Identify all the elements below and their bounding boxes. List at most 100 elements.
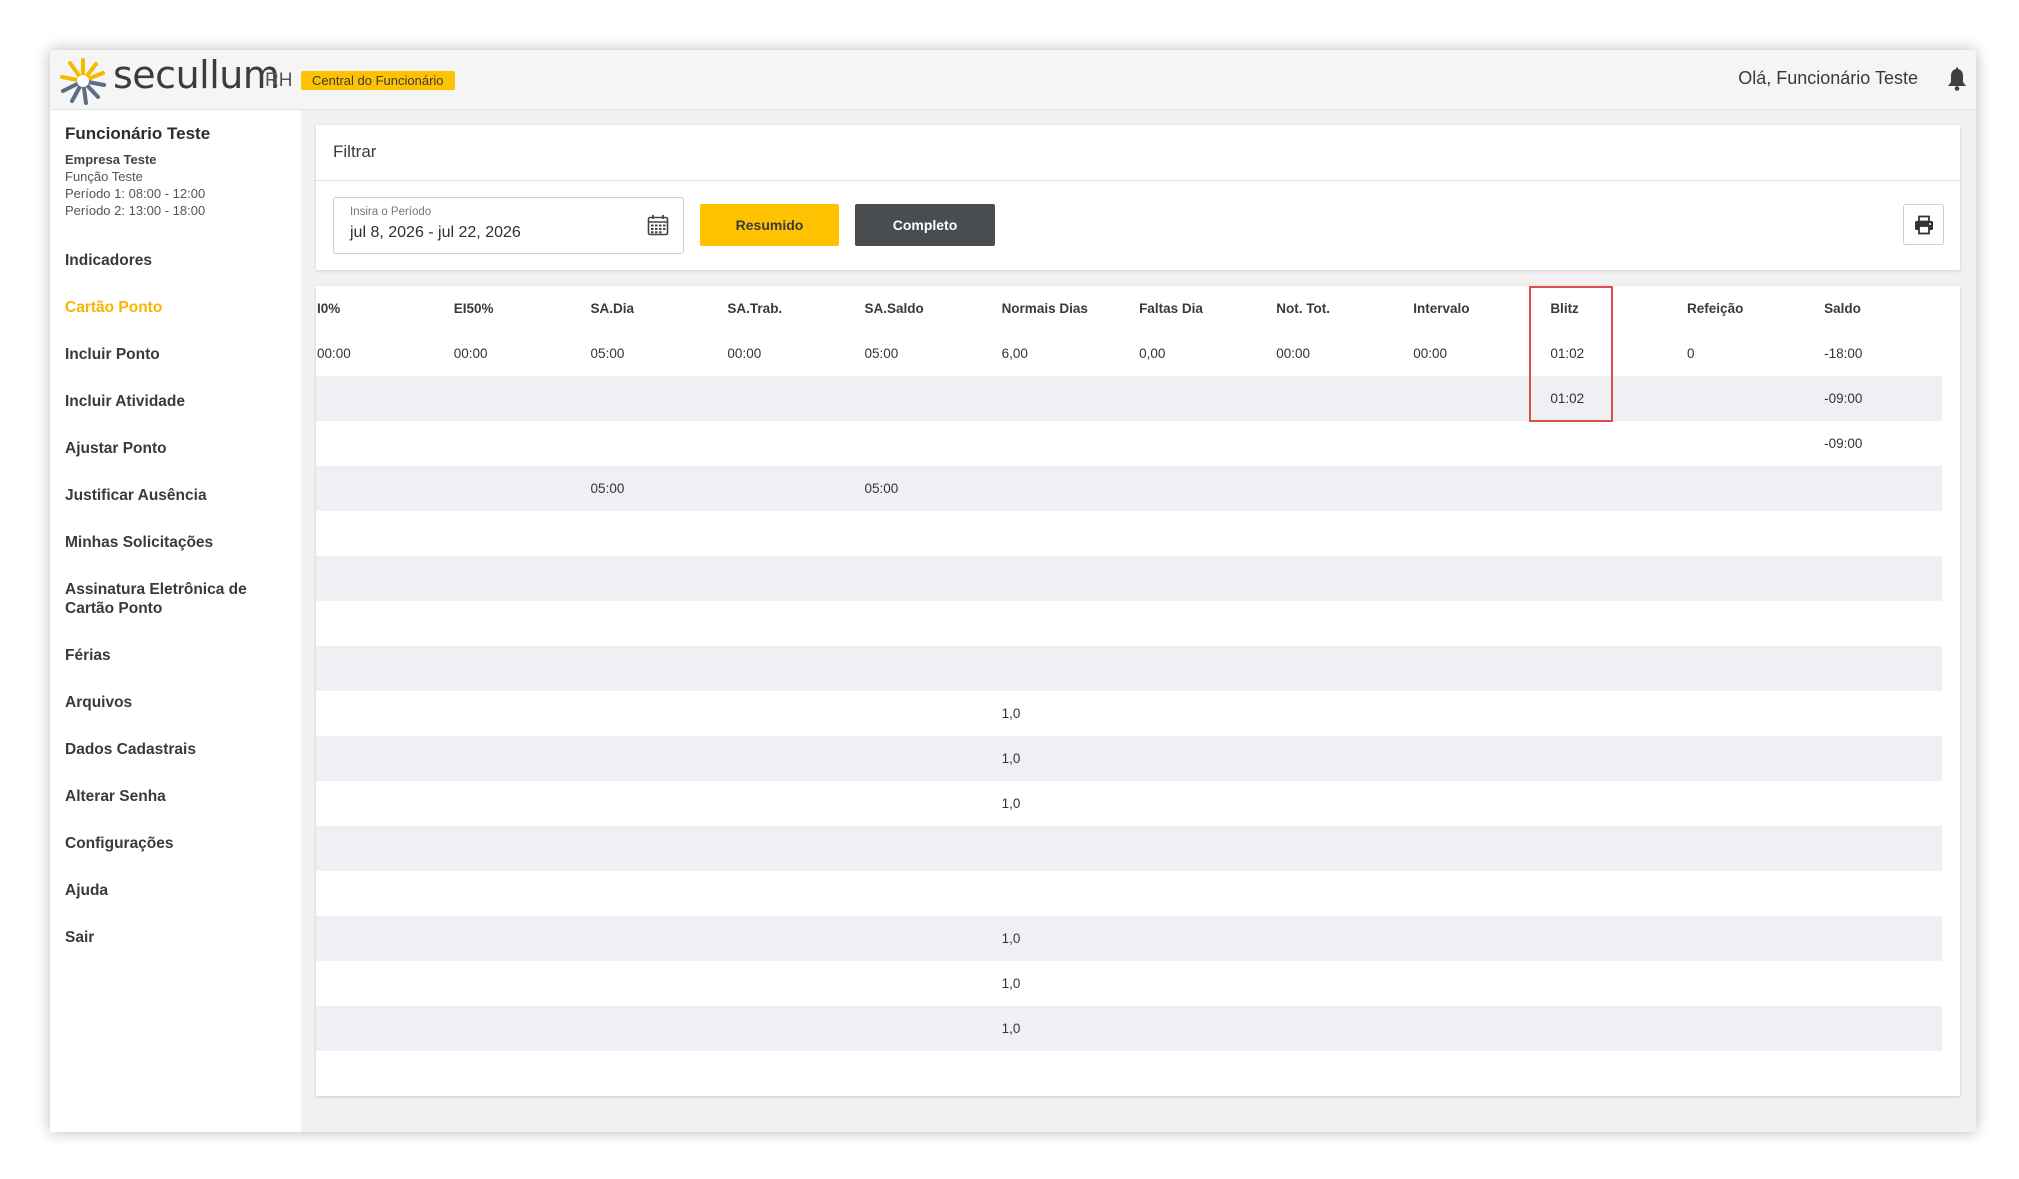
table-cell (982, 556, 1121, 601)
print-button[interactable] (1903, 204, 1944, 245)
table-cell (708, 1006, 846, 1051)
table-cell: -18:00 (1824, 346, 1863, 361)
table-cell (1120, 1006, 1258, 1051)
nav-item-configuracoes[interactable]: Configurações (65, 834, 290, 853)
table-cell (1394, 511, 1531, 556)
table-cell (316, 466, 435, 511)
column-header[interactable]: Refeição (1668, 286, 1805, 331)
table-cell (434, 376, 572, 421)
nav-item-justificar-ausencia[interactable]: Justificar Ausência (65, 486, 290, 505)
table-cell (1257, 646, 1395, 691)
table-cell (845, 826, 983, 871)
column-header[interactable]: EI50% (435, 286, 572, 331)
table-cell: 1,0 (982, 916, 1121, 961)
app-badge: Central do Funcionário (301, 71, 455, 90)
table-cell (1668, 421, 1805, 466)
table-cell: 0 (1687, 346, 1695, 361)
table-cell (845, 601, 982, 646)
table-cell (435, 781, 572, 826)
filter-panel: Filtrar Insira o Período jul 8, 2026 - j… (316, 125, 1960, 270)
column-header[interactable]: Not. Tot. (1257, 286, 1394, 331)
table-cell (983, 871, 1121, 916)
table-cell (1668, 781, 1805, 826)
table-cell (1531, 736, 1669, 781)
table-cell (1257, 1006, 1395, 1051)
nav-item-incluir-atividade[interactable]: Incluir Atividade (65, 392, 290, 411)
table-cell (1394, 556, 1532, 601)
period-input[interactable]: Insira o Período jul 8, 2026 - jul 22, 2… (333, 197, 684, 254)
table-cell (1394, 781, 1531, 826)
table-cell (1531, 691, 1668, 736)
table-cell (434, 1006, 572, 1051)
table-cell (435, 961, 572, 1006)
table-cell (1120, 916, 1258, 961)
nav-item-dados-cadastrais[interactable]: Dados Cadastrais (65, 740, 290, 759)
printer-icon (1915, 215, 1933, 235)
table-cell (1394, 826, 1532, 871)
period-value[interactable]: jul 8, 2026 - jul 22, 2026 (350, 224, 521, 242)
brand-suffix: RH (265, 70, 293, 91)
table-cell (434, 646, 572, 691)
table-cell (572, 781, 709, 826)
table-cell (845, 916, 983, 961)
table-cell (1531, 871, 1668, 916)
table-cell: 05:00 (571, 466, 709, 511)
column-header[interactable]: Intervalo (1394, 286, 1531, 331)
brand-name: secullum (113, 53, 280, 97)
nav-item-assinatura-eletronica[interactable]: Assinatura Eletrônica de Cartão Ponto (65, 580, 265, 618)
table-cell (1394, 961, 1531, 1006)
table-cell (1531, 466, 1669, 511)
nav-item-cartao-ponto[interactable]: Cartão Ponto (65, 298, 290, 317)
nav-item-ferias[interactable]: Férias (65, 646, 290, 665)
table-cell (572, 961, 709, 1006)
table-row: 05:00 05:00 (316, 466, 1942, 511)
table-cell (571, 736, 709, 781)
nav-item-alterar-senha[interactable]: Alterar Senha (65, 787, 290, 806)
table-cell (435, 511, 572, 556)
table-cell (1257, 466, 1395, 511)
table-row: 1,0 (316, 916, 1942, 961)
column-header[interactable]: I0% (316, 286, 435, 331)
table-cell (1120, 961, 1257, 1006)
nav-item-ajuda[interactable]: Ajuda (65, 881, 290, 900)
user-greeting[interactable]: Olá, Funcionário Teste (1738, 68, 1918, 89)
table-cell (1805, 466, 1942, 511)
table-cell (316, 556, 435, 601)
table-row (316, 871, 1942, 916)
column-header[interactable]: Blitz (1531, 286, 1668, 331)
column-header[interactable]: Faltas Dia (1120, 286, 1257, 331)
table-cell (1531, 916, 1669, 961)
nav-item-indicadores[interactable]: Indicadores (65, 251, 290, 270)
table-cell (845, 376, 983, 421)
column-header[interactable]: Normais Dias (983, 286, 1121, 331)
table-cell (572, 871, 709, 916)
nav-item-arquivos[interactable]: Arquivos (65, 693, 290, 712)
top-bar: secullum RH Central do Funcionário Olá, … (50, 50, 1976, 110)
nav-item-incluir-ponto[interactable]: Incluir Ponto (65, 345, 290, 364)
table-cell (1120, 556, 1258, 601)
table-cell (1531, 826, 1669, 871)
table-cell (1805, 781, 1942, 826)
table-cell (1257, 601, 1394, 646)
bell-icon[interactable] (1946, 67, 1968, 91)
table-cell (983, 601, 1121, 646)
column-header[interactable]: Saldo (1805, 286, 1942, 331)
table-cell (316, 601, 435, 646)
nav-item-sair[interactable]: Sair (65, 928, 290, 947)
table-row: 1,0 (316, 691, 1942, 736)
secullum-starburst-logo (60, 58, 106, 105)
column-header[interactable]: SA.Dia (572, 286, 709, 331)
table-cell (1120, 421, 1257, 466)
calendar-icon[interactable] (647, 214, 669, 236)
nav-item-minhas-solicitacoes[interactable]: Minhas Solicitações (65, 533, 290, 552)
column-header[interactable]: SA.Saldo (845, 286, 982, 331)
column-header[interactable]: SA.Trab. (708, 286, 845, 331)
table-cell (708, 601, 845, 646)
resumido-button[interactable]: Resumido (700, 204, 839, 246)
table-cell (1257, 961, 1394, 1006)
nav-item-ajustar-ponto[interactable]: Ajustar Ponto (65, 439, 290, 458)
completo-button[interactable]: Completo (855, 204, 995, 246)
table-row (316, 511, 1942, 556)
table-cell (1531, 556, 1669, 601)
table-cell: 05:00 (864, 346, 899, 361)
